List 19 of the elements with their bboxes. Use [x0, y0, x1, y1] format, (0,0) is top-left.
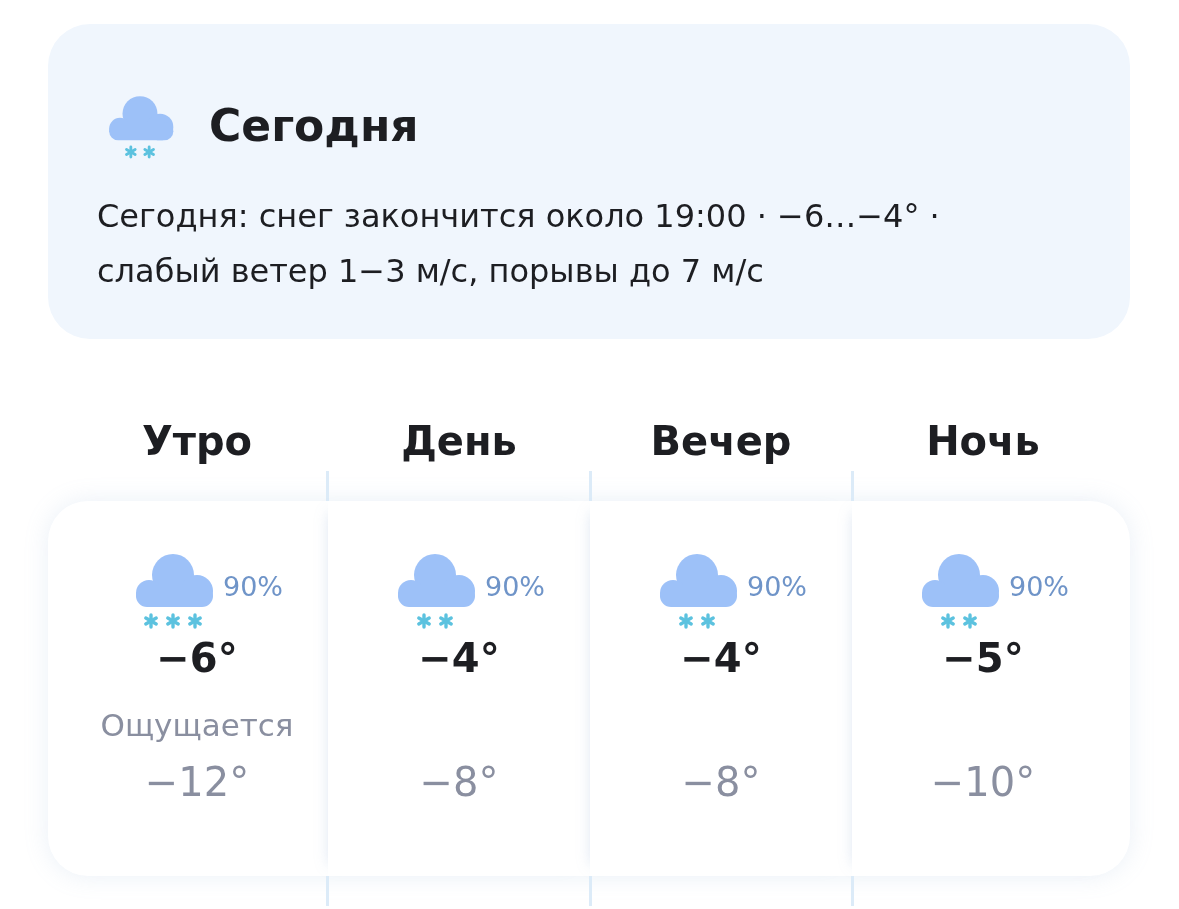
period-heading: Утро [141, 417, 253, 464]
feels-like-label: Ощущается [100, 706, 294, 743]
precipitation-chance: 90% [223, 570, 283, 602]
feels-like-temperature: −10° [930, 758, 1036, 805]
temperature: −4° [680, 634, 762, 683]
period-heading: Ночь [926, 417, 1040, 464]
precipitation-chance: 90% [747, 570, 807, 602]
precipitation-chance: 90% [485, 570, 545, 602]
precipitation-chance: 90% [1009, 570, 1069, 602]
feels-like-temperature: −8° [681, 758, 761, 805]
temperature: −5° [942, 634, 1024, 683]
temperature: −6° [156, 634, 238, 683]
card-title: Сегодня [209, 99, 419, 151]
period-heading: Вечер [650, 417, 792, 464]
weather-summary: Сегодня: снег закончится около 19:00 · −6…−4° · слабый ветер 1−3 м/с, порывы до 7 м/с [97, 195, 941, 292]
period-heading: День [401, 417, 517, 464]
temperature: −4° [418, 634, 500, 683]
feels-like-temperature: −12° [144, 758, 250, 805]
feels-like-temperature: −8° [419, 758, 499, 805]
